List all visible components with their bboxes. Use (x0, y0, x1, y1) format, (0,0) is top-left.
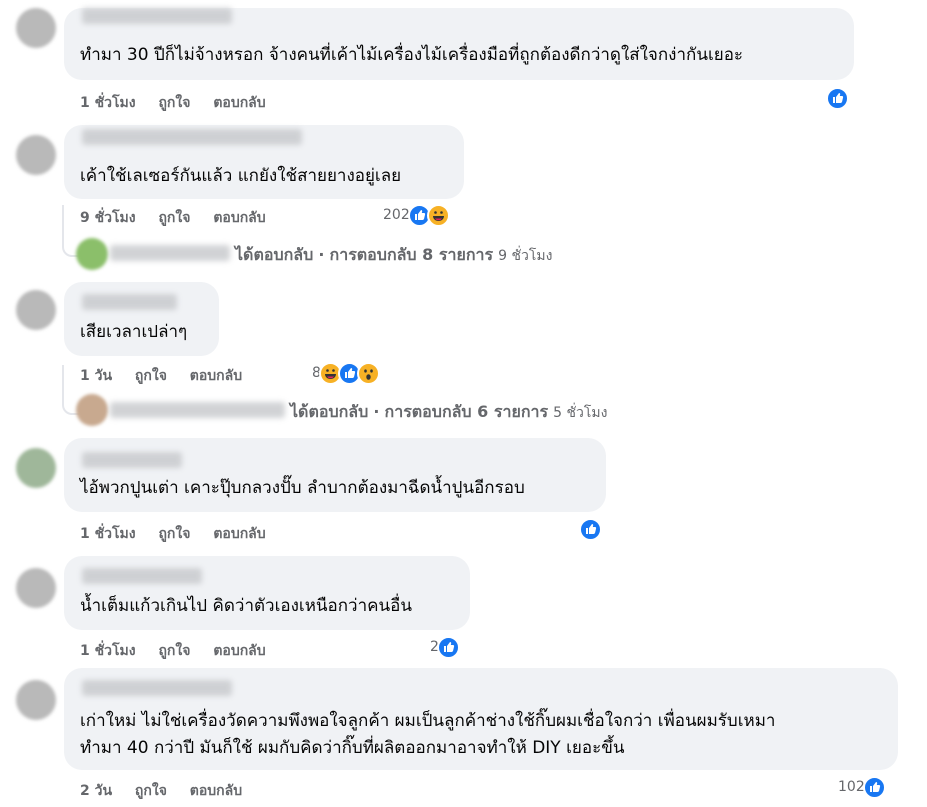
commenter-name-blurred[interactable] (82, 680, 232, 696)
view-replies-link[interactable]: ได้ตอบกลับ · การตอบกลับ 8 รายการ 9 ชั่วโ… (235, 243, 552, 268)
comment-bubble: ไอ้พวกปูนเต่า เคาะปุ๊บกลวงปั๊บ ลำบากต้อง… (64, 438, 606, 512)
comment-text-line-1: เก่าใหม่ ไม่ใช่เครื่องวัดความพึงพอใจลูกค… (80, 711, 776, 731)
like-reaction-icon (579, 517, 602, 541)
comment-time[interactable]: 1 ชั่วโมง (80, 95, 136, 111)
avatar[interactable] (16, 448, 56, 488)
commenter-name-blurred[interactable] (82, 568, 202, 584)
wow-reaction-icon (356, 361, 380, 385)
comment-actions: 1 ชั่วโมง ถูกใจ ตอบกลับ (80, 640, 266, 662)
reply-count-label: การตอบกลับ 8 รายการ (329, 245, 494, 264)
comment-actions: 1 ชั่วโมง ถูกใจ ตอบกลับ (80, 523, 266, 545)
reply-time: 9 ชั่วโมง (498, 248, 553, 264)
avatar[interactable] (16, 680, 56, 720)
comment-text-line-2: ทำมา 40 กว่าปี มันก็ใช้ ผมกับคิดว่ากิ๊บท… (80, 738, 625, 758)
like-button[interactable]: ถูกใจ (158, 95, 190, 111)
comment-text: ทำมา 30 ปีก็ไม่จ้างหรอก จ้างคนที่เค้าไม้… (80, 45, 744, 65)
comment-text: เค้าใช้เลเซอร์กันแล้ว แกยังใช้สายยางอยู่… (80, 166, 402, 186)
comment-text: น้ำเต็มแก้วเกินไป คิดว่าตัวเองเหนือกว่าค… (80, 596, 412, 616)
separator-dot: · (373, 402, 380, 421)
comment-bubble: เก่าใหม่ ไม่ใช่เครื่องวัดความพึงพอใจลูกค… (64, 668, 898, 770)
avatar[interactable] (76, 394, 108, 426)
reply-button[interactable]: ตอบกลับ (213, 643, 265, 659)
avatar[interactable] (76, 238, 108, 270)
reply-button[interactable]: ตอบกลับ (213, 95, 265, 111)
comment-bubble: เสียเวลาเปล่าๆ (64, 282, 219, 356)
replied-label: ได้ตอบกลับ (235, 245, 314, 264)
like-button[interactable]: ถูกใจ (135, 368, 167, 384)
reply-button[interactable]: ตอบกลับ (190, 368, 242, 384)
comment-actions: 1 ชั่วโมง ถูกใจ ตอบกลับ (80, 92, 266, 114)
reply-button[interactable]: ตอบกลับ (213, 210, 265, 226)
comment-text: ไอ้พวกปูนเต่า เคาะปุ๊บกลวงปั๊บ ลำบากต้อง… (80, 478, 525, 498)
commenter-name-blurred[interactable] (82, 8, 232, 24)
comment-actions: 1 วัน ถูกใจ ตอบกลับ (80, 365, 242, 387)
comment-time[interactable]: 9 ชั่วโมง (80, 210, 136, 226)
reaction-summary[interactable] (579, 517, 602, 541)
comment-time[interactable]: 1 ชั่วโมง (80, 643, 136, 659)
avatar[interactable] (16, 290, 56, 330)
replier-name-blurred[interactable] (110, 402, 285, 418)
reaction-count: 102 (838, 779, 865, 795)
comment-time[interactable]: 1 วัน (80, 368, 112, 384)
comment-bubble: ทำมา 30 ปีก็ไม่จ้างหรอก จ้างคนที่เค้าไม้… (64, 8, 854, 80)
comment-actions: 2 วัน ถูกใจ ตอบกลับ (80, 780, 242, 802)
replier-name-blurred[interactable] (110, 245, 230, 261)
reaction-summary[interactable]: 102 (838, 775, 886, 799)
like-reaction-icon (436, 635, 460, 659)
reply-button[interactable]: ตอบกลับ (190, 783, 242, 799)
comment-time[interactable]: 2 วัน (80, 783, 112, 799)
haha-reaction-icon (426, 203, 450, 227)
reaction-count: 202 (383, 207, 410, 223)
like-button[interactable]: ถูกใจ (135, 783, 167, 799)
like-button[interactable]: ถูกใจ (158, 643, 190, 659)
separator-dot: · (318, 245, 325, 264)
avatar[interactable] (16, 135, 56, 175)
like-reaction-icon (862, 775, 886, 799)
reply-button[interactable]: ตอบกลับ (213, 526, 265, 542)
like-button[interactable]: ถูกใจ (158, 526, 190, 542)
avatar[interactable] (16, 568, 56, 608)
reaction-summary[interactable]: 8 (312, 361, 380, 385)
comment-time[interactable]: 1 ชั่วโมง (80, 526, 136, 542)
comment-bubble: น้ำเต็มแก้วเกินไป คิดว่าตัวเองเหนือกว่าค… (64, 556, 470, 630)
commenter-name-blurred[interactable] (82, 452, 182, 468)
reaction-summary[interactable] (826, 86, 849, 110)
commenter-name-blurred[interactable] (82, 294, 177, 310)
comment-bubble: เค้าใช้เลเซอร์กันแล้ว แกยังใช้สายยางอยู่… (64, 125, 464, 199)
avatar[interactable] (16, 8, 56, 48)
like-button[interactable]: ถูกใจ (158, 210, 190, 226)
reply-time: 5 ชั่วโมง (553, 405, 608, 421)
view-replies-link[interactable]: ได้ตอบกลับ · การตอบกลับ 6 รายการ 5 ชั่วโ… (290, 400, 607, 425)
reaction-summary[interactable]: 202 (383, 203, 450, 227)
comment-text: เสียเวลาเปล่าๆ (80, 322, 188, 342)
comment-actions: 9 ชั่วโมง ถูกใจ ตอบกลับ (80, 207, 266, 229)
like-reaction-icon (826, 86, 849, 110)
commenter-name-blurred[interactable] (82, 129, 302, 145)
reaction-summary[interactable]: 2 (430, 635, 460, 659)
replied-label: ได้ตอบกลับ (290, 402, 369, 421)
reply-count-label: การตอบกลับ 6 รายการ (384, 402, 549, 421)
